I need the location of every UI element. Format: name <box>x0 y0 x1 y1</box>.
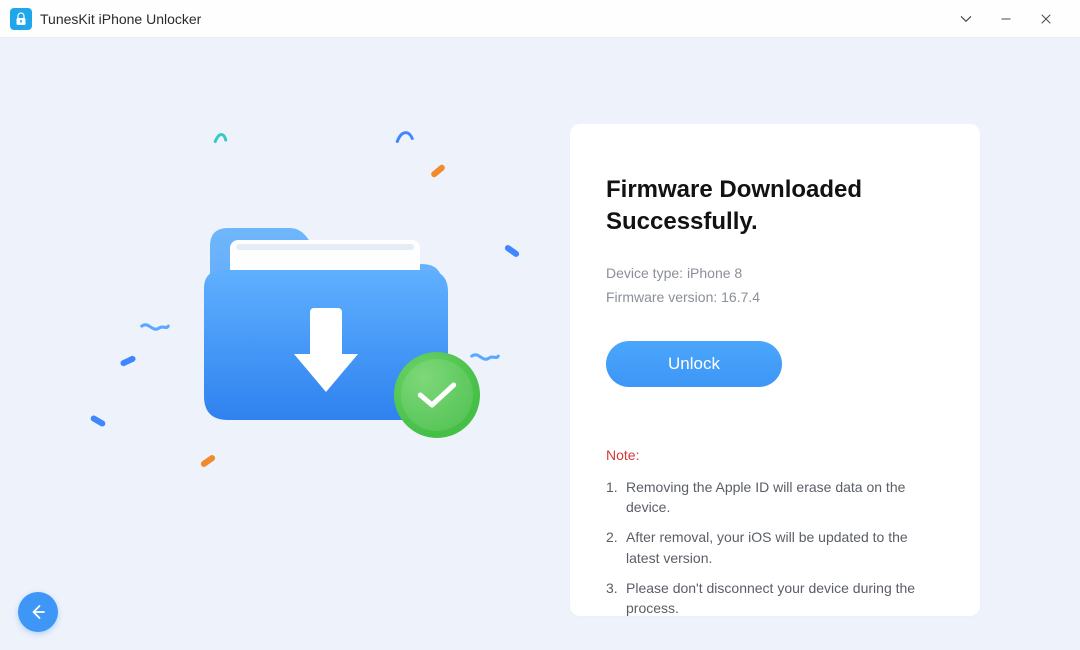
confetti-bit-icon <box>90 414 107 427</box>
confetti-squiggle-icon <box>210 128 240 151</box>
confetti-bit-icon <box>119 355 136 367</box>
result-card: Firmware Downloaded Successfully. Device… <box>570 124 980 616</box>
back-button[interactable] <box>18 592 58 632</box>
app-logo-icon <box>10 8 32 30</box>
success-check-icon <box>394 352 480 438</box>
note-heading: Note: <box>606 447 944 463</box>
minimize-button[interactable] <box>986 0 1026 38</box>
note-list: Removing the Apple ID will erase data on… <box>606 477 944 619</box>
result-heading: Firmware Downloaded Successfully. <box>606 174 944 239</box>
firmware-version-value: 16.7.4 <box>721 289 760 305</box>
confetti-bit-icon <box>200 454 217 468</box>
dropdown-button[interactable] <box>946 0 986 38</box>
arrow-left-icon <box>29 603 47 621</box>
confetti-bit-icon <box>430 164 446 179</box>
confetti-squiggle-icon <box>470 348 500 371</box>
download-folder-icon <box>190 198 460 428</box>
title-bar: TunesKit iPhone Unlocker <box>0 0 1080 38</box>
confetti-squiggle-icon <box>140 318 170 341</box>
device-type-line: Device type: iPhone 8 <box>606 265 944 281</box>
illustration-panel <box>80 98 540 528</box>
confetti-bit-icon <box>504 244 521 258</box>
note-item: After removal, your iOS will be updated … <box>606 527 944 568</box>
device-type-value: iPhone 8 <box>687 265 742 281</box>
app-title: TunesKit iPhone Unlocker <box>40 11 201 27</box>
confetti-squiggle-icon <box>392 128 422 151</box>
device-type-label: Device type: <box>606 265 683 281</box>
content-area: Firmware Downloaded Successfully. Device… <box>0 38 1080 650</box>
firmware-version-line: Firmware version: 16.7.4 <box>606 289 944 305</box>
note-item: Please don't disconnect your device duri… <box>606 578 944 619</box>
unlock-button[interactable]: Unlock <box>606 341 782 387</box>
firmware-version-label: Firmware version: <box>606 289 717 305</box>
note-item: Removing the Apple ID will erase data on… <box>606 477 944 518</box>
close-button[interactable] <box>1026 0 1066 38</box>
